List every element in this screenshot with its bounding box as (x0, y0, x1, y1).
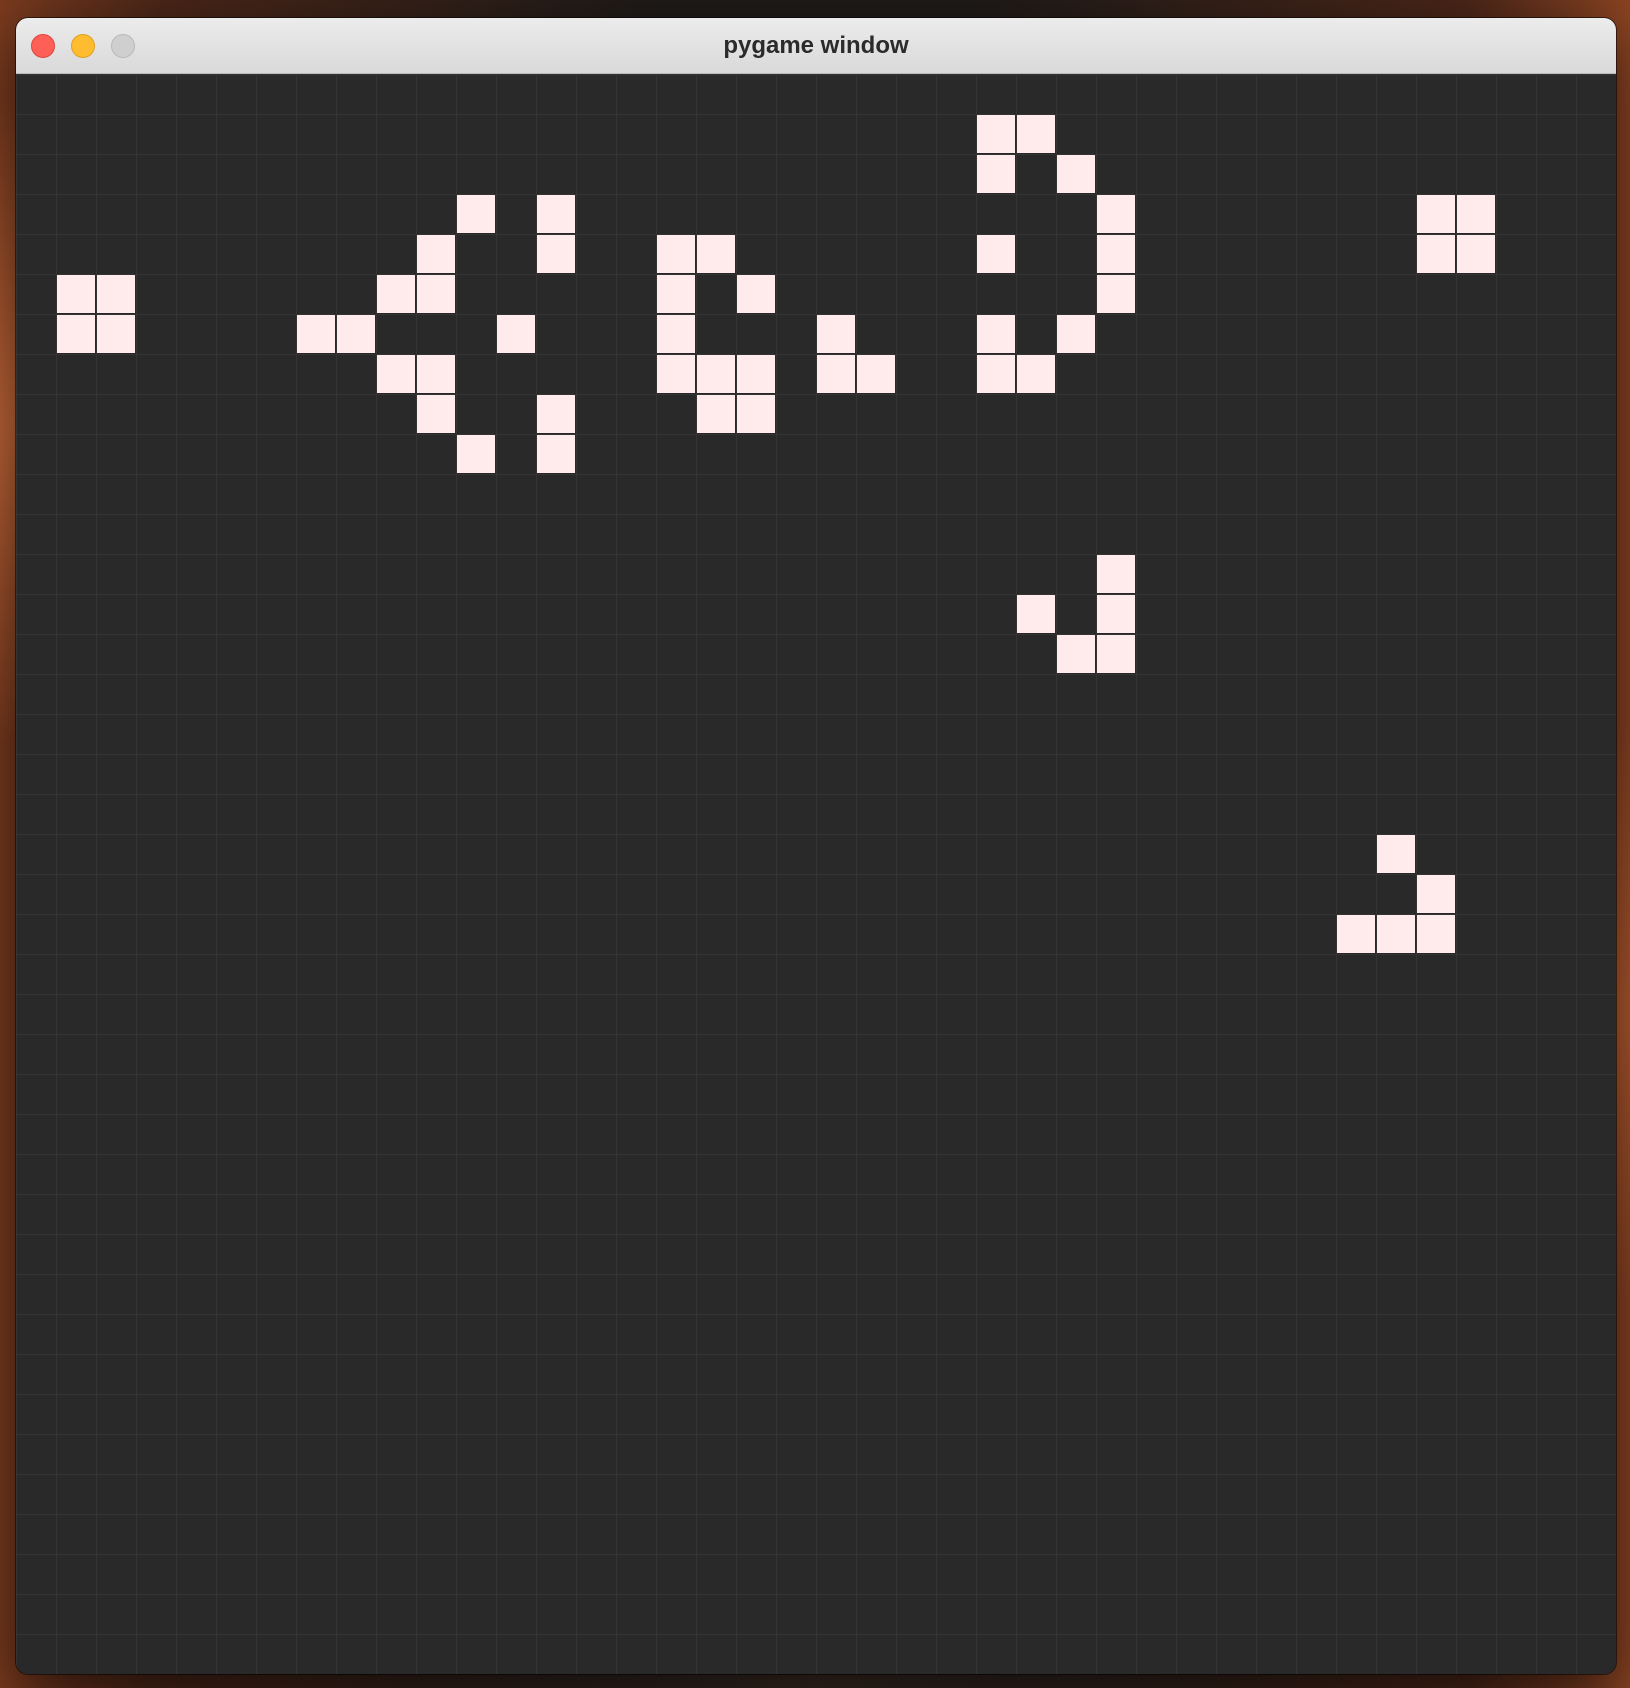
live-cell[interactable] (97, 315, 135, 353)
live-cell[interactable] (857, 355, 895, 393)
live-cell[interactable] (817, 315, 855, 353)
live-cell[interactable] (1097, 235, 1135, 273)
live-cell[interactable] (1017, 115, 1055, 153)
live-cell[interactable] (817, 355, 855, 393)
live-cell[interactable] (57, 315, 95, 353)
live-cell[interactable] (697, 395, 735, 433)
live-cell[interactable] (1457, 195, 1495, 233)
window-title: pygame window (723, 32, 909, 59)
live-cell[interactable] (417, 355, 455, 393)
live-cell[interactable] (417, 395, 455, 433)
live-cell[interactable] (417, 235, 455, 273)
live-cell[interactable] (1017, 595, 1055, 633)
live-cell[interactable] (1057, 635, 1095, 673)
live-cell[interactable] (697, 235, 735, 273)
live-cell[interactable] (1097, 275, 1135, 313)
live-cell[interactable] (1417, 915, 1455, 953)
live-cell[interactable] (377, 355, 415, 393)
live-cell[interactable] (337, 315, 375, 353)
live-cell[interactable] (1457, 235, 1495, 273)
live-cell[interactable] (737, 275, 775, 313)
live-cell[interactable] (1337, 915, 1375, 953)
live-cell[interactable] (537, 195, 575, 233)
live-cell[interactable] (377, 275, 415, 313)
live-cell[interactable] (1417, 235, 1455, 273)
live-cell[interactable] (657, 315, 695, 353)
live-cell[interactable] (417, 275, 455, 313)
live-cell[interactable] (1417, 875, 1455, 913)
live-cell[interactable] (977, 155, 1015, 193)
pygame-window: pygame window (16, 18, 1616, 1674)
live-cell[interactable] (737, 355, 775, 393)
live-cell[interactable] (977, 235, 1015, 273)
live-cell[interactable] (1417, 195, 1455, 233)
live-cell[interactable] (737, 395, 775, 433)
live-cell[interactable] (457, 435, 495, 473)
live-cell[interactable] (1057, 155, 1095, 193)
live-cell[interactable] (977, 315, 1015, 353)
live-cell[interactable] (1097, 195, 1135, 233)
live-cell[interactable] (537, 395, 575, 433)
live-cell[interactable] (1097, 635, 1135, 673)
live-cell[interactable] (297, 315, 335, 353)
live-cell[interactable] (1057, 315, 1095, 353)
live-cell[interactable] (657, 355, 695, 393)
live-cell[interactable] (537, 235, 575, 273)
live-cell[interactable] (97, 275, 135, 313)
live-cell[interactable] (1377, 915, 1415, 953)
live-cell[interactable] (977, 115, 1015, 153)
live-cell[interactable] (977, 355, 1015, 393)
game-of-life-canvas[interactable] (16, 74, 1616, 1674)
live-cell[interactable] (697, 355, 735, 393)
live-cell[interactable] (1377, 835, 1415, 873)
live-cell[interactable] (657, 275, 695, 313)
live-cell[interactable] (1017, 355, 1055, 393)
live-cell[interactable] (497, 315, 535, 353)
live-cell[interactable] (1097, 595, 1135, 633)
live-cell[interactable] (457, 195, 495, 233)
live-cell[interactable] (657, 235, 695, 273)
live-cell[interactable] (57, 275, 95, 313)
title-bar[interactable]: pygame window (16, 18, 1616, 74)
live-cell[interactable] (537, 435, 575, 473)
live-cell[interactable] (1097, 555, 1135, 593)
